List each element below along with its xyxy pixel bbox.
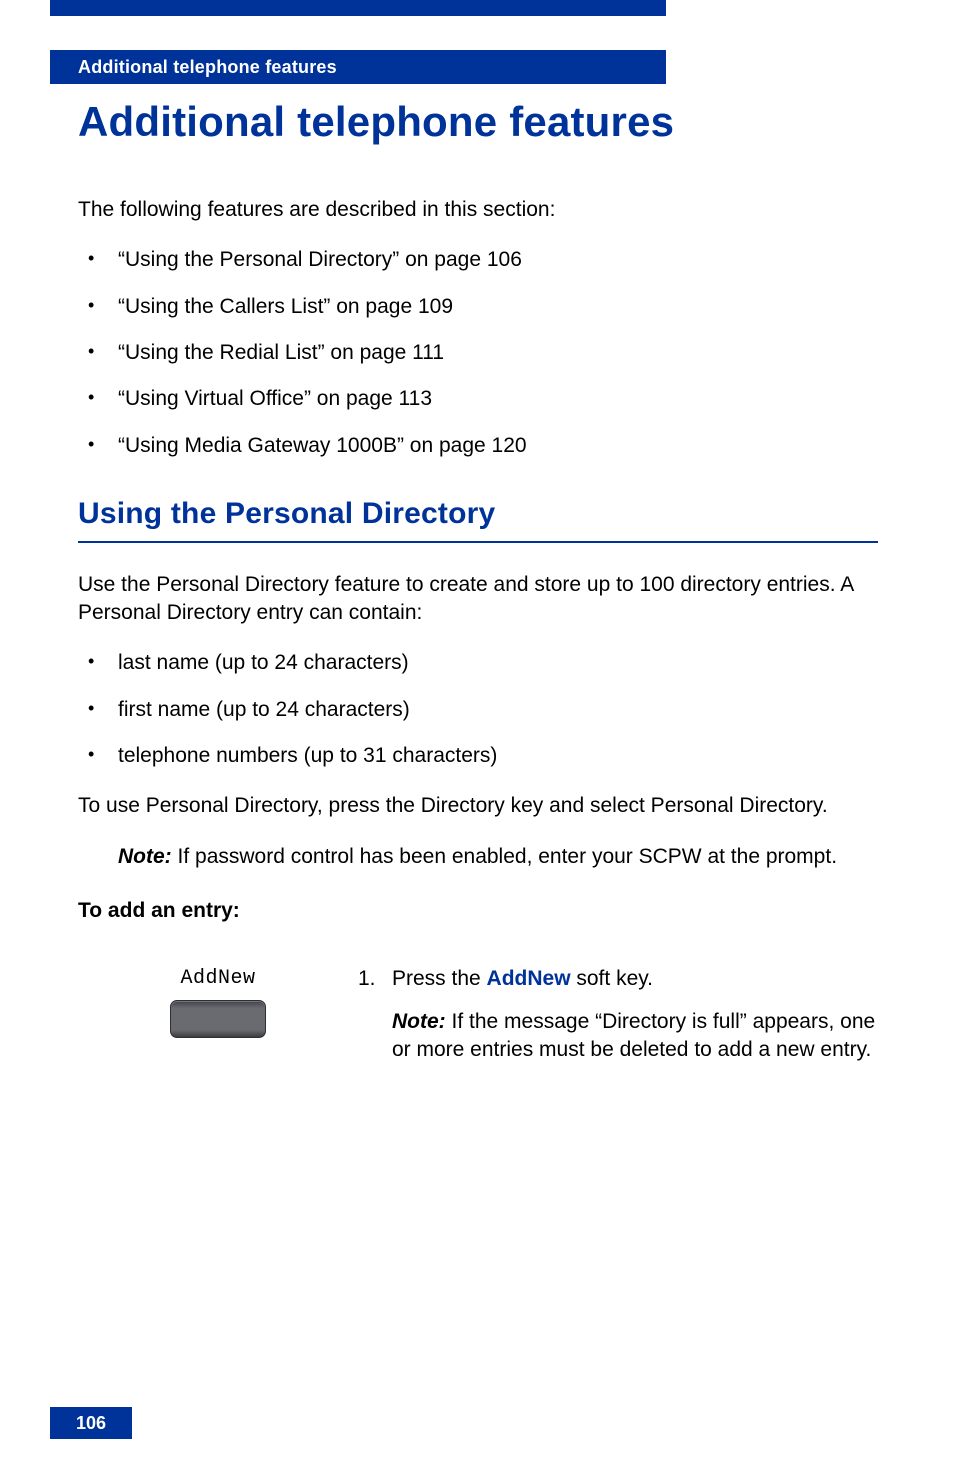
softkey-column: AddNew [78,965,358,1038]
section-intro: Use the Personal Directory feature to cr… [78,571,878,628]
section-heading: Using the Personal Directory [78,494,878,535]
step-note: Note: If the message “Directory is full”… [358,1008,878,1065]
list-item: “Using the Redial List” on page 111 [78,339,878,367]
feature-list: “Using the Personal Directory” on page 1… [78,246,878,460]
list-item: “Using the Callers List” on page 109 [78,293,878,321]
list-item-text: telephone numbers (up to 31 characters) [118,744,497,767]
list-item-text: “Using the Callers List” on page 109 [118,295,453,318]
intro-paragraph: The following features are described in … [78,196,878,224]
list-item: first name (up to 24 characters) [78,696,878,724]
step-text-prefix: Press the [392,967,487,990]
softkey-label: AddNew [180,965,255,992]
note-label: Note: [118,845,172,868]
subheading: To add an entry: [78,897,878,925]
step-number: 1. [358,965,392,993]
list-item-text: “Using Media Gateway 1000B” on page 120 [118,434,527,457]
page-title: Additional telephone features [78,98,674,146]
section-heading-rule [78,541,878,543]
step-text-column: 1. Press the AddNew soft key. Note: If t… [358,965,878,1064]
usage-paragraph: To use Personal Directory, press the Dir… [78,792,878,820]
note-body: If password control has been enabled, en… [172,845,837,868]
list-item-text: last name (up to 24 characters) [118,651,409,674]
list-item-text: “Using the Personal Directory” on page 1… [118,248,522,271]
note-body: If the message “Directory is full” appea… [392,1010,875,1061]
page-number: 106 [50,1407,132,1439]
list-item: telephone numbers (up to 31 characters) [78,742,878,770]
list-item: “Using the Personal Directory” on page 1… [78,246,878,274]
running-header: Additional telephone features [50,50,666,84]
step-row: AddNew 1. Press the AddNew soft key. Not… [78,965,878,1064]
step-text-suffix: soft key. [571,967,653,990]
directory-field-list: last name (up to 24 characters) first na… [78,649,878,770]
list-item: last name (up to 24 characters) [78,649,878,677]
list-item-text: “Using the Redial List” on page 111 [118,341,444,364]
list-item: “Using Media Gateway 1000B” on page 120 [78,432,878,460]
note-label: Note: [392,1010,446,1033]
step-body: Press the AddNew soft key. [392,965,878,993]
page: Additional telephone features Additional… [0,0,954,1475]
top-blue-strip [50,0,666,16]
running-header-text: Additional telephone features [78,57,337,78]
softkey-button-icon [170,1000,266,1038]
content-area: The following features are described in … [78,196,878,1064]
list-item-text: first name (up to 24 characters) [118,698,410,721]
softkey-name: AddNew [487,967,571,990]
page-number-text: 106 [76,1413,106,1434]
step-line: 1. Press the AddNew soft key. [358,965,878,993]
list-item-text: “Using Virtual Office” on page 113 [118,387,432,410]
note-block: Note: If password control has been enabl… [78,843,878,871]
list-item: “Using Virtual Office” on page 113 [78,385,878,413]
